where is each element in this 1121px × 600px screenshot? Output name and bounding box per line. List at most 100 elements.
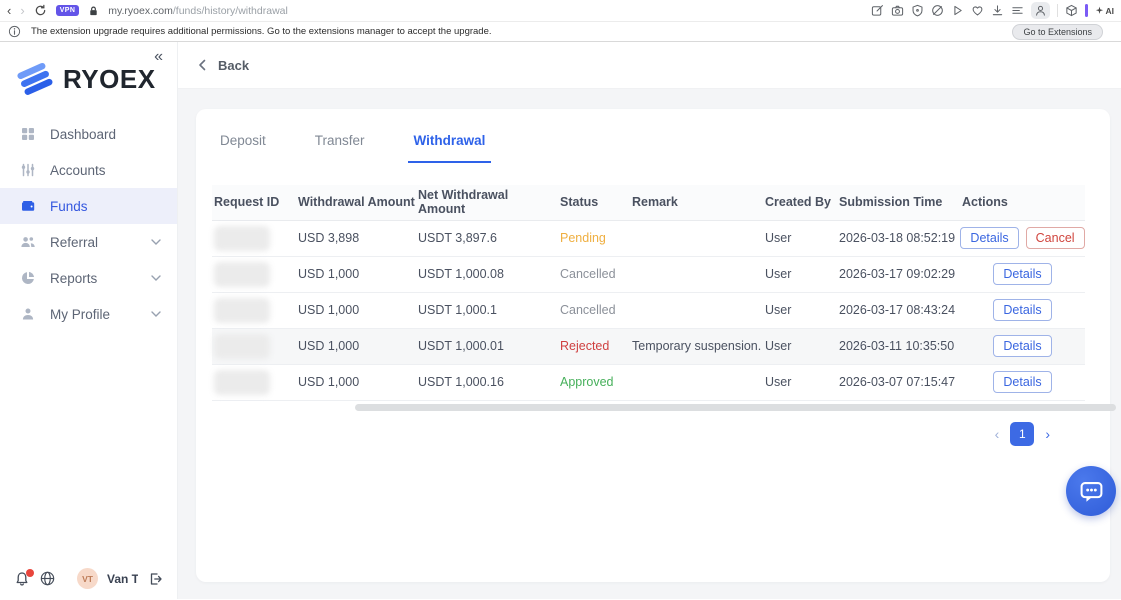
redacted-request-id — [214, 333, 270, 359]
nav-label: Dashboard — [50, 126, 117, 142]
col-submission-time: Submission Time — [837, 185, 960, 221]
sparkle-ai-icon — [1095, 6, 1103, 14]
col-status: Status — [558, 185, 630, 221]
lock-icon[interactable] — [88, 5, 99, 17]
ai-extension-button[interactable]: AI — [1095, 5, 1115, 16]
remark: Temporary suspension. — [630, 328, 763, 365]
remark — [630, 292, 763, 329]
sliders-icon — [21, 163, 35, 177]
tab-transfer[interactable]: Transfer — [309, 133, 371, 163]
table-header-row: Request ID Withdrawal Amount Net Withdra… — [212, 185, 1085, 221]
nav-label: My Profile — [50, 306, 111, 322]
avatar[interactable]: VT — [77, 568, 98, 589]
nav-label: Reports — [50, 270, 98, 286]
sidebar-item-my-profile[interactable]: My Profile — [0, 296, 177, 332]
status-badge: Cancelled — [558, 292, 630, 329]
created-by: User — [763, 364, 837, 401]
download-icon[interactable] — [991, 4, 1004, 17]
details-button[interactable]: Details — [960, 227, 1019, 249]
ai-label: AI — [1105, 5, 1115, 16]
col-request-id: Request ID — [212, 185, 296, 221]
redacted-request-id — [214, 369, 270, 395]
shield-icon[interactable] — [911, 4, 924, 17]
globe-slash-icon[interactable] — [931, 4, 944, 17]
redacted-request-id — [214, 261, 270, 287]
globe-icon[interactable] — [39, 570, 56, 587]
heart-icon[interactable] — [971, 4, 984, 17]
pen-icon[interactable] — [871, 4, 884, 17]
pie-chart-icon — [21, 271, 35, 285]
table-row: USD 1,000 USDT 1,000.1 Cancelled User 20… — [212, 292, 1085, 329]
details-button[interactable]: Details — [993, 335, 1052, 357]
sidebar-nav: Dashboard Accounts Funds Referral Report… — [0, 116, 177, 332]
chat-support-button[interactable] — [1066, 466, 1116, 516]
chevron-down-icon — [151, 311, 161, 317]
url-path: /funds/history/withdrawal — [172, 4, 288, 17]
content-area: Deposit Transfer Withdrawal Request ID W… — [178, 89, 1121, 599]
status-badge: Rejected — [558, 328, 630, 365]
play-icon[interactable] — [951, 4, 964, 17]
created-by: User — [763, 328, 837, 365]
status-badge: Pending — [558, 220, 630, 257]
next-page-icon[interactable]: › — [1045, 426, 1050, 442]
previous-page-icon[interactable]: ‹ — [995, 426, 1000, 442]
cube-icon[interactable] — [1065, 4, 1078, 17]
main-area: Back Deposit Transfer Withdrawal Request… — [178, 42, 1121, 599]
table-row: USD 3,898 USDT 3,897.6 Pending User 2026… — [212, 220, 1085, 257]
tabs: Deposit Transfer Withdrawal — [212, 109, 1094, 163]
withdrawal-amount: USD 1,000 — [296, 292, 416, 329]
logout-icon[interactable] — [147, 571, 163, 587]
details-button[interactable]: Details — [993, 299, 1052, 321]
bookmark-indicator — [1084, 4, 1088, 17]
created-by: User — [763, 256, 837, 293]
address-bar[interactable]: my.ryoex.com/funds/history/withdrawal — [108, 5, 288, 17]
withdrawal-amount: USD 1,000 — [296, 328, 416, 365]
scrollbar-thumb[interactable] — [355, 403, 1116, 411]
sidebar: « RYOEX Dashboard Accounts Funds Referra… — [0, 42, 178, 599]
vpn-badge[interactable]: VPN — [55, 5, 80, 16]
notification-message: The extension upgrade requires additiona… — [31, 26, 492, 37]
chevron-down-icon — [151, 239, 161, 245]
withdrawal-history-table: Request ID Withdrawal Amount Net Withdra… — [212, 185, 1085, 401]
page-number-button[interactable]: 1 — [1010, 421, 1035, 446]
nav-label: Referral — [50, 234, 99, 250]
cancel-button[interactable]: Cancel — [1025, 227, 1085, 249]
notifications-button[interactable] — [14, 568, 34, 587]
withdrawal-amount: USD 1,000 — [296, 364, 416, 401]
remark — [630, 256, 763, 293]
page-header: Back — [178, 42, 1121, 89]
profile-extension-button[interactable] — [1030, 2, 1050, 19]
sidebar-collapse-icon[interactable]: « — [154, 48, 163, 66]
sidebar-item-reports[interactable]: Reports — [0, 260, 177, 296]
browser-forward-icon[interactable]: › — [20, 4, 24, 17]
details-button[interactable]: Details — [993, 263, 1052, 285]
status-badge: Approved — [558, 364, 630, 401]
tab-deposit[interactable]: Deposit — [214, 133, 272, 163]
back-button[interactable]: Back — [218, 58, 249, 73]
chevron-down-icon — [151, 275, 161, 281]
dashboard-grid-icon — [22, 128, 34, 140]
details-button[interactable]: Details — [993, 371, 1052, 393]
sidebar-item-dashboard[interactable]: Dashboard — [0, 116, 177, 152]
sidebar-item-accounts[interactable]: Accounts — [0, 152, 177, 188]
go-to-extensions-button[interactable]: Go to Extensions — [1012, 23, 1103, 40]
col-actions: Actions — [960, 185, 1085, 221]
back-chevron-icon[interactable] — [196, 58, 210, 72]
history-card: Deposit Transfer Withdrawal Request ID W… — [196, 109, 1116, 582]
sidebar-item-funds[interactable]: Funds — [0, 188, 177, 224]
created-by: User — [763, 292, 837, 329]
reload-icon[interactable] — [34, 4, 47, 17]
tab-withdrawal[interactable]: Withdrawal — [407, 133, 492, 163]
browser-back-icon[interactable]: ‹ — [7, 4, 11, 17]
list-icon[interactable] — [1011, 4, 1024, 17]
person-icon — [22, 308, 34, 320]
url-domain: my.ryoex.com — [108, 4, 173, 17]
net-withdrawal-amount: USDT 1,000.1 — [416, 292, 558, 329]
extension-notification-bar: The extension upgrade requires additiona… — [0, 21, 1121, 42]
withdrawal-amount: USD 1,000 — [296, 256, 416, 293]
col-withdrawal-amount: Withdrawal Amount — [296, 185, 416, 221]
sidebar-item-referral[interactable]: Referral — [0, 224, 177, 260]
table-row: USD 1,000 USDT 1,000.08 Cancelled User 2… — [212, 256, 1085, 293]
camera-icon[interactable] — [891, 4, 904, 17]
brand-logo[interactable]: RYOEX — [16, 62, 177, 96]
